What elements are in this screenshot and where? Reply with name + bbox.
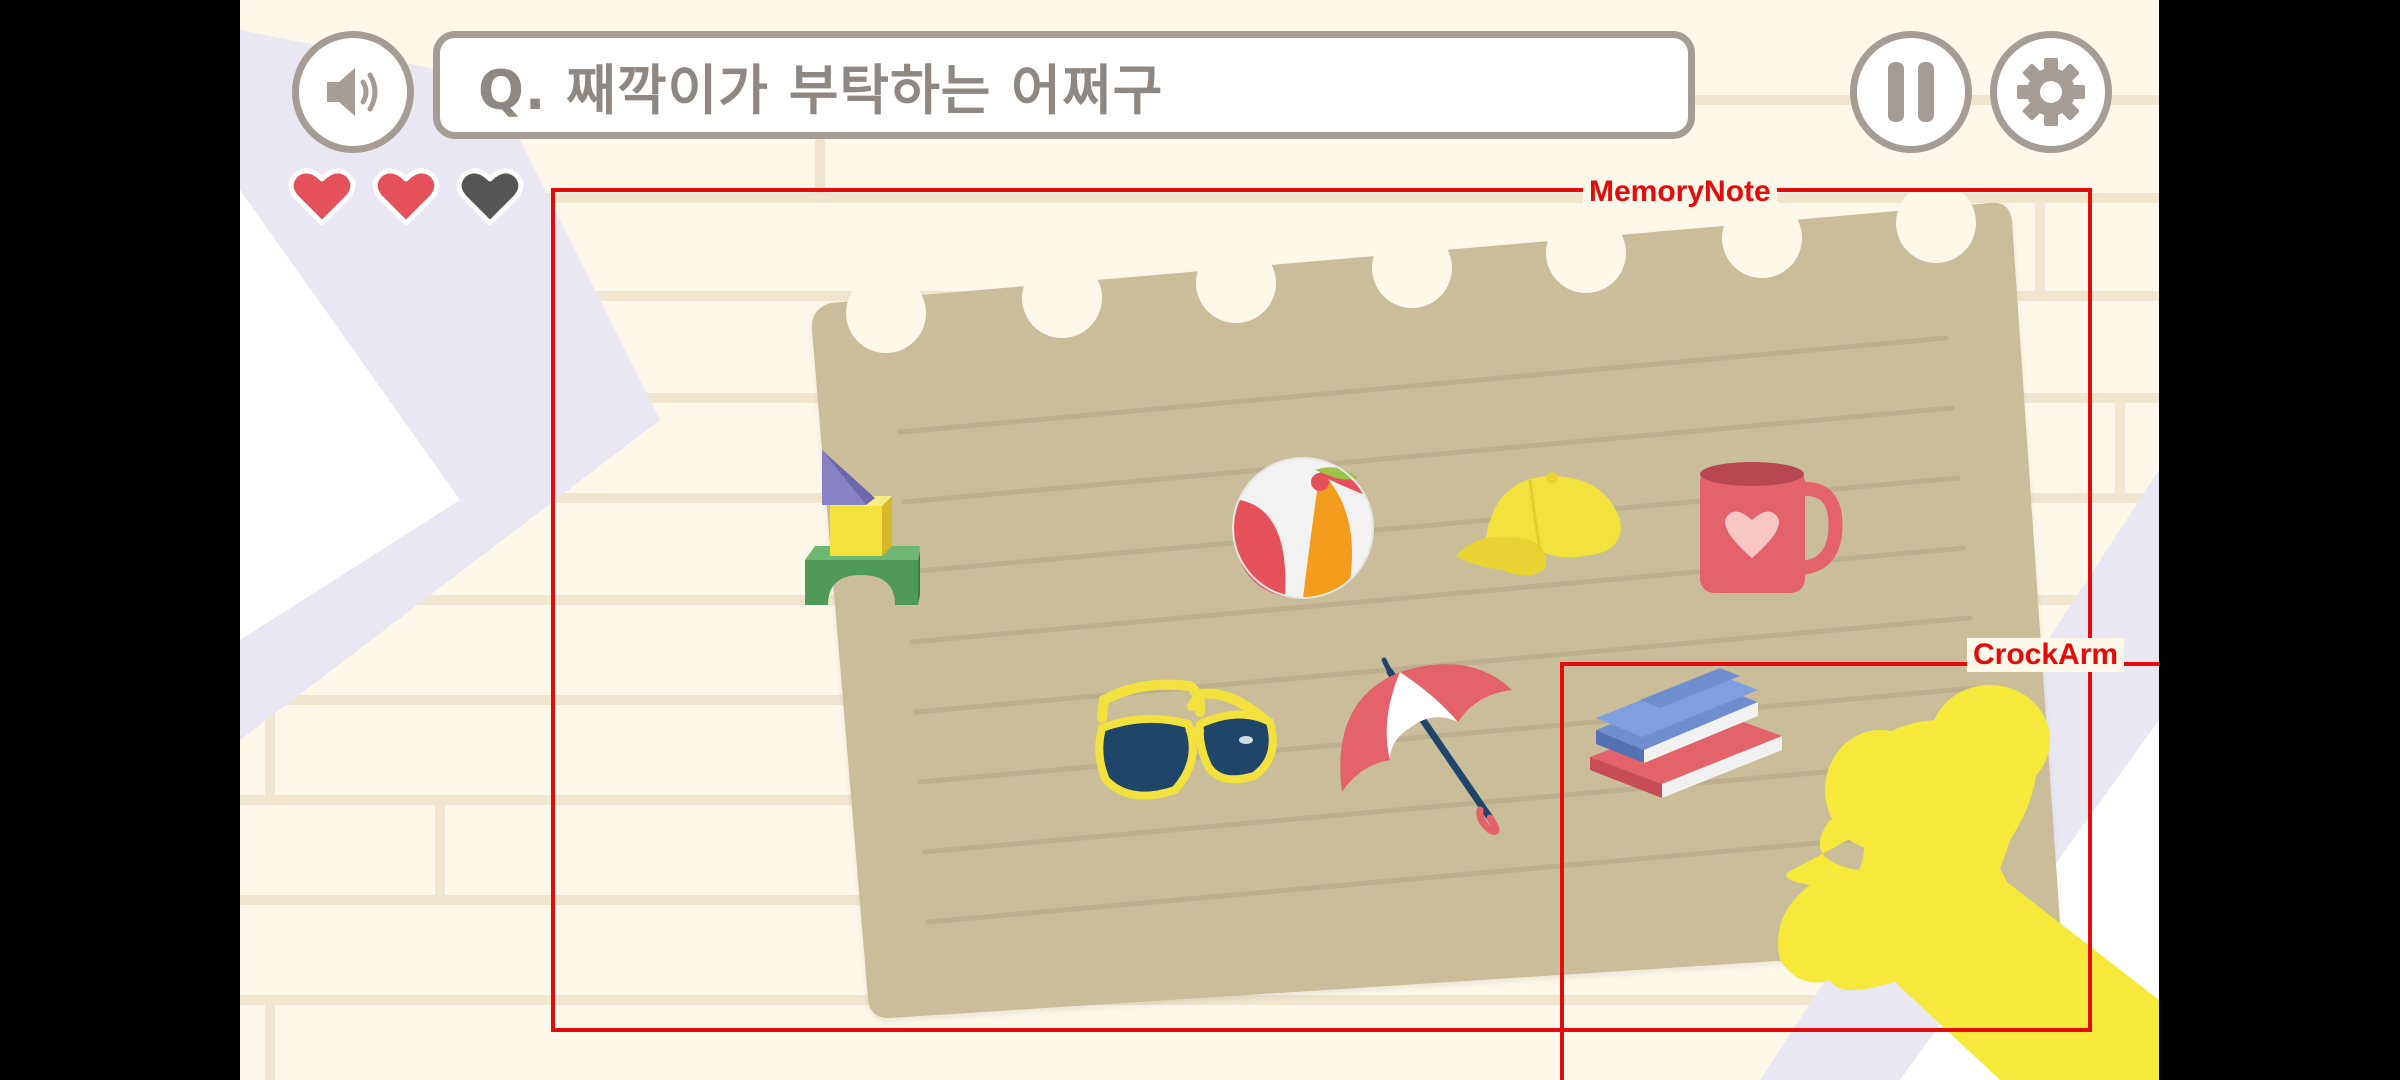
crock-arm-debug-box (1560, 662, 2159, 1080)
crock-arm-debug-label: CrockArm (1967, 638, 2125, 672)
memory-note-debug-label: MemoryNote (1583, 175, 1777, 209)
game-stage: Q. 째깍이가 부탁하는 어쩌구 MemoryNote CrockArm (240, 0, 2159, 1080)
